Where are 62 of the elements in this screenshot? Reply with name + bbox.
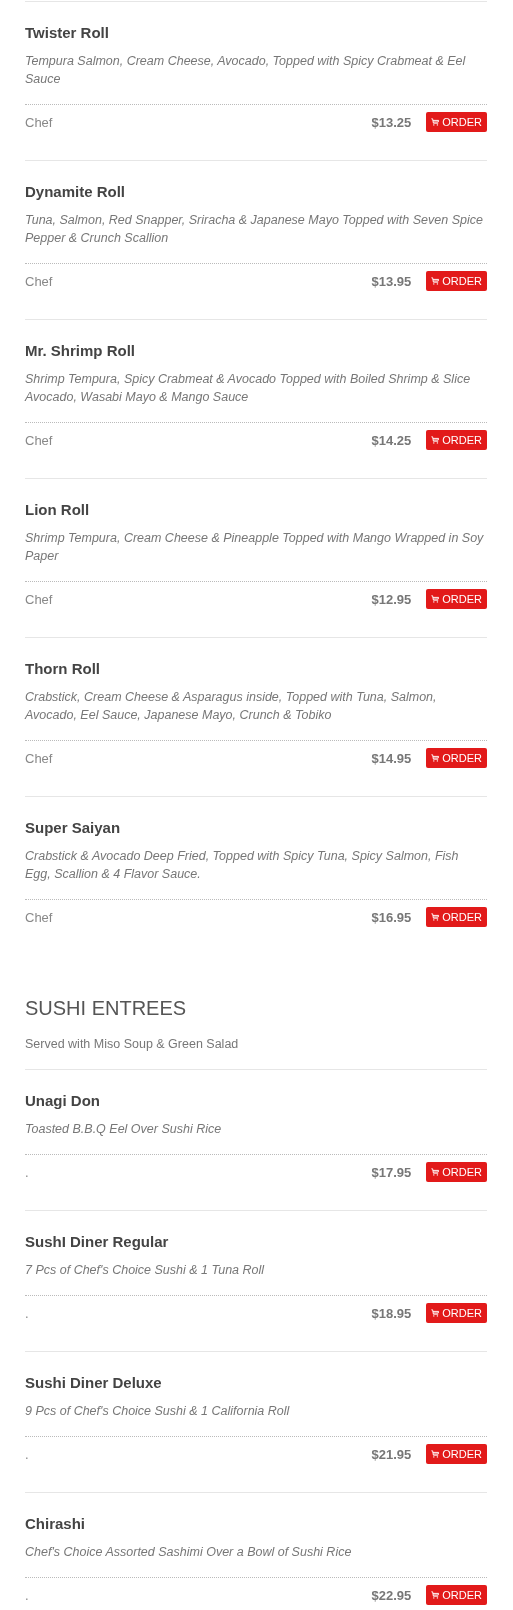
item-name: Lion Roll [25,500,91,520]
item-price: $12.95 [371,591,412,607]
item-description: Toasted B.B.Q Eel Over Sushi Rice [25,1121,223,1138]
item-price: $21.95 [371,1446,412,1462]
cart-icon [431,913,440,921]
cart-icon [431,1309,440,1317]
cart-icon [431,436,440,444]
item-tag: Chef [25,114,372,130]
section-subtitle: Served with Miso Soup & Green Salad [25,1036,240,1053]
order-button[interactable]: ORDER [426,748,487,768]
item-price: $18.95 [371,1305,412,1321]
cart-icon [431,595,440,603]
item-tag: . [25,1446,372,1462]
cart-icon [431,277,440,285]
cart-icon [431,118,440,126]
item-description: Crabstick, Cream Cheese & Asparagus inside, Topped with Tuna, Salmon, Avocado, Eel Sauce, Japanese Mayo, Crunch & Tobiko [25,689,438,724]
order-button[interactable]: ORDER [426,907,487,927]
item-price: $13.25 [371,114,412,130]
item-name: Dynamite Roll [25,182,127,202]
order-button[interactable]: ORDER [426,430,487,450]
item-description: Tuna, Salmon, Red Snapper, Sriracha & Japanese Mayo Topped with Seven Spice Pepper & Crunch Scallion [25,212,484,247]
order-button[interactable]: ORDER [426,1162,487,1182]
item-price: $14.95 [371,750,412,766]
item-tag: Chef [25,591,372,607]
item-name: Sushi Diner Deluxe [25,1373,163,1393]
item-name: Unagi Don [25,1091,101,1111]
cart-icon [431,1591,440,1599]
item-price: $14.25 [371,432,412,448]
order-button[interactable]: ORDER [426,1585,487,1605]
item-description: 9 Pcs of Chef's Choice Sushi & 1 California Roll [25,1403,291,1420]
cart-icon [431,1168,440,1176]
item-name: Chirashi [25,1514,86,1534]
item-description: Crabstick & Avocado Deep Fried, Topped with Spicy Tuna, Spicy Salmon, Fish Egg, Scallion & 4 Flavor Sauce. [25,848,460,883]
item-name: Thorn Roll [25,659,101,679]
item-tag: Chef [25,750,372,766]
item-tag: Chef [25,909,372,925]
item-price: $13.95 [371,273,412,289]
item-price: $22.95 [371,1587,412,1603]
item-price: $17.95 [371,1164,412,1180]
item-name: Twister Roll [25,23,110,43]
order-button[interactable]: ORDER [426,271,487,291]
section-title: SUSHI ENTREES [25,996,188,1021]
item-name: SushI Diner Regular [25,1232,170,1252]
cart-icon [431,1450,440,1458]
order-button[interactable]: ORDER [426,112,487,132]
item-description: 7 Pcs of Chef's Choice Sushi & 1 Tuna Roll [25,1262,266,1279]
item-tag: . [25,1164,372,1180]
order-button[interactable]: ORDER [426,1303,487,1323]
item-tag: Chef [25,432,372,448]
item-description: Chef's Choice Assorted Sashimi Over a Bowl of Sushi Rice [25,1544,353,1561]
item-tag: . [25,1587,372,1603]
item-tag: . [25,1305,372,1321]
order-button[interactable]: ORDER [426,1444,487,1464]
cart-icon [431,754,440,762]
item-price: $16.95 [371,909,412,925]
item-name: Super Saiyan [25,818,122,838]
item-description: Tempura Salmon, Cream Cheese, Avocado, Topped with Spicy Crabmeat & Eel Sauce [25,53,467,88]
item-tag: Chef [25,273,372,289]
item-description: Shrimp Tempura, Cream Cheese & Pineapple Topped with Mango Wrapped in Soy Paper [25,530,485,565]
order-button[interactable]: ORDER [426,589,487,609]
item-name: Mr. Shrimp Roll [25,341,136,361]
item-description: Shrimp Tempura, Spicy Crabmeat & Avocado Topped with Boiled Shrimp & Slice Avocado, Wasabi Mayo & Mango Sauce [25,371,472,406]
